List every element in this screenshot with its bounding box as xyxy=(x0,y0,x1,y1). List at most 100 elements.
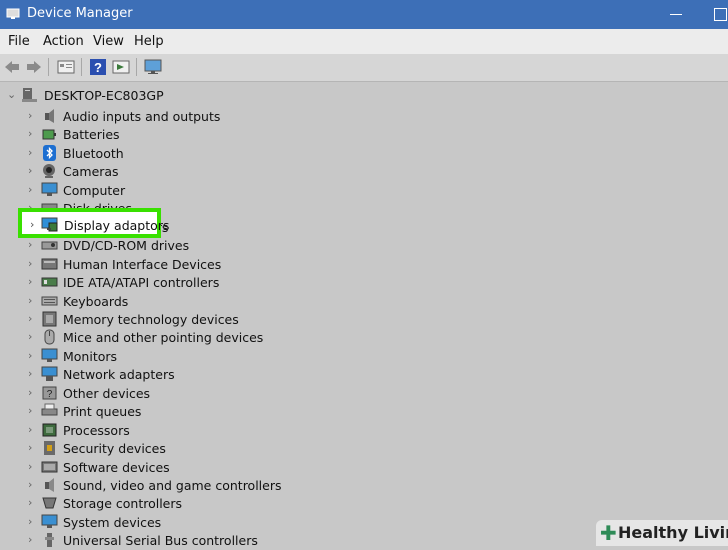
printer-icon xyxy=(41,403,58,416)
tree-item-label: Monitors xyxy=(63,348,118,364)
highlighted-item-label: Display adaptors xyxy=(64,218,170,233)
chevron-right-icon[interactable]: › xyxy=(28,109,32,122)
computer-icon xyxy=(22,88,37,102)
chevron-right-icon[interactable]: › xyxy=(28,349,32,362)
highlighted-item-display-adaptors[interactable]: › Display adaptors xyxy=(18,208,169,238)
back-icon[interactable] xyxy=(3,58,21,76)
tree-item-computer[interactable]: › Computer xyxy=(0,182,300,200)
tree-item-network-adapters[interactable]: › Network adapters xyxy=(0,366,300,384)
menu-help[interactable]: Help xyxy=(134,34,164,49)
chevron-right-icon[interactable]: › xyxy=(28,367,32,380)
update-driver-icon[interactable] xyxy=(112,58,130,76)
chevron-right-icon[interactable]: › xyxy=(28,183,32,196)
tree-item-software-devices[interactable]: › Software devices xyxy=(0,459,300,477)
tree-item-label: Processors xyxy=(63,422,130,438)
chevron-right-icon[interactable]: › xyxy=(28,146,32,159)
tree-item-label: Batteries xyxy=(63,127,120,143)
chevron-right-icon[interactable]: › xyxy=(28,330,32,343)
monitor-icon xyxy=(41,348,58,362)
bluetooth-icon xyxy=(43,144,56,161)
sound-controller-icon xyxy=(45,478,54,492)
tree-item-monitors[interactable]: › Monitors xyxy=(0,348,300,366)
tree-item-processors[interactable]: › Processors xyxy=(0,422,300,440)
tree-item-cameras[interactable]: › Cameras xyxy=(0,163,300,181)
tree-item-label: Bluetooth xyxy=(63,145,124,161)
chevron-right-icon[interactable]: › xyxy=(28,238,32,251)
tree-item-memory-technology-devices[interactable]: › Memory technology devices xyxy=(0,311,300,329)
chevron-right-icon[interactable]: › xyxy=(28,496,32,509)
tree-item-label: Mice and other pointing devices xyxy=(63,330,264,346)
tree-root[interactable]: ⌄ DESKTOP-EC803GP xyxy=(0,87,200,105)
hid-icon xyxy=(41,258,58,270)
tree-item-batteries[interactable]: › Batteries xyxy=(0,126,300,144)
maximize-icon[interactable] xyxy=(714,8,727,21)
tree-item-dvd-cd-rom-drives[interactable]: › DVD/CD-ROM drives xyxy=(0,237,300,255)
svg-text:?: ? xyxy=(94,60,102,75)
tree-item-sound-video-and-game-controllers[interactable]: › Sound, video and game controllers xyxy=(0,477,300,495)
chevron-right-icon[interactable]: › xyxy=(28,294,32,307)
battery-icon xyxy=(42,129,56,140)
device-manager-icon xyxy=(6,8,20,19)
title-bar: Device Manager xyxy=(0,0,728,29)
tree-item-label: Print queues xyxy=(63,404,142,420)
tree-item-mice-and-other-pointing-devices[interactable]: › Mice and other pointing devices xyxy=(0,329,300,347)
dvd-drive-icon xyxy=(41,241,58,250)
system-device-icon xyxy=(41,514,58,528)
chevron-right-icon[interactable]: › xyxy=(28,127,32,140)
storage-controller-icon xyxy=(42,497,57,509)
toolbar: ? xyxy=(0,54,728,82)
tree-item-system-devices[interactable]: › System devices xyxy=(0,514,300,532)
chevron-right-icon[interactable]: › xyxy=(28,257,32,270)
chevron-down-icon[interactable]: ⌄ xyxy=(7,88,16,101)
tree-item-label: System devices xyxy=(63,514,162,530)
svg-text:?: ? xyxy=(47,389,53,400)
tree-item-keyboards[interactable]: › Keyboards xyxy=(0,293,300,311)
device-tree: ⌄ DESKTOP-EC803GP › Audio inputs and outp… xyxy=(0,82,728,548)
tree-item-print-queues[interactable]: › Print queues xyxy=(0,403,300,421)
tree-item-label: Other devices xyxy=(63,385,151,401)
memory-icon xyxy=(42,311,57,327)
chevron-right-icon[interactable]: › xyxy=(28,423,32,436)
tree-item-other-devices[interactable]: ›? Other devices xyxy=(0,385,300,403)
processor-icon xyxy=(42,423,57,437)
computer-icon xyxy=(41,182,58,196)
keyboard-icon xyxy=(41,296,58,305)
tree-item-ide-ata-atapi-controllers[interactable]: › IDE ATA/ATAPI controllers xyxy=(0,274,300,292)
properties-icon[interactable] xyxy=(57,58,75,76)
display-adapter-icon xyxy=(41,217,58,232)
chevron-right-icon[interactable]: › xyxy=(28,478,32,491)
monitor-icon[interactable] xyxy=(144,58,162,76)
tree-item-label: Universal Serial Bus controllers xyxy=(63,533,258,549)
toolbar-separator xyxy=(81,58,82,76)
software-device-icon xyxy=(41,461,58,473)
help-icon[interactable]: ? xyxy=(89,58,107,76)
forward-icon[interactable] xyxy=(25,58,43,76)
tree-item-storage-controllers[interactable]: › Storage controllers xyxy=(0,495,300,513)
menu-action[interactable]: Action xyxy=(43,34,84,49)
chevron-right-icon[interactable]: › xyxy=(28,164,32,177)
tree-item-human-interface-devices[interactable]: › Human Interface Devices xyxy=(0,256,300,274)
minimize-icon[interactable] xyxy=(670,14,682,15)
chevron-right-icon[interactable]: › xyxy=(28,404,32,417)
chevron-right-icon[interactable]: › xyxy=(28,441,32,454)
ide-controller-icon xyxy=(41,277,58,287)
chevron-right-icon[interactable]: › xyxy=(28,386,32,399)
tree-item-universal-serial-bus-controllers[interactable]: › Universal Serial Bus controllers xyxy=(0,532,300,550)
chevron-right-icon[interactable]: › xyxy=(28,275,32,288)
tree-item-label: Memory technology devices xyxy=(63,311,239,327)
chevron-right-icon[interactable]: › xyxy=(28,533,32,546)
tree-item-label: Storage controllers xyxy=(63,496,183,512)
tree-item-security-devices[interactable]: › Security devices xyxy=(0,440,300,458)
tree-item-bluetooth[interactable]: › Bluetooth xyxy=(0,144,300,163)
chevron-right-icon[interactable]: › xyxy=(28,312,32,325)
menu-view[interactable]: View xyxy=(93,34,124,49)
tree-item-label: Software devices xyxy=(63,459,170,475)
tree-item-audio-inputs-and-outputs[interactable]: › Audio inputs and outputs xyxy=(0,108,300,126)
network-adapter-icon xyxy=(41,366,58,382)
tree-item-label: Cameras xyxy=(63,164,119,180)
menu-file[interactable]: File xyxy=(8,34,30,49)
tree-item-label: Sound, video and game controllers xyxy=(63,478,282,493)
chevron-right-icon[interactable]: › xyxy=(30,218,34,231)
chevron-right-icon[interactable]: › xyxy=(28,460,32,473)
chevron-right-icon[interactable]: › xyxy=(28,515,32,528)
